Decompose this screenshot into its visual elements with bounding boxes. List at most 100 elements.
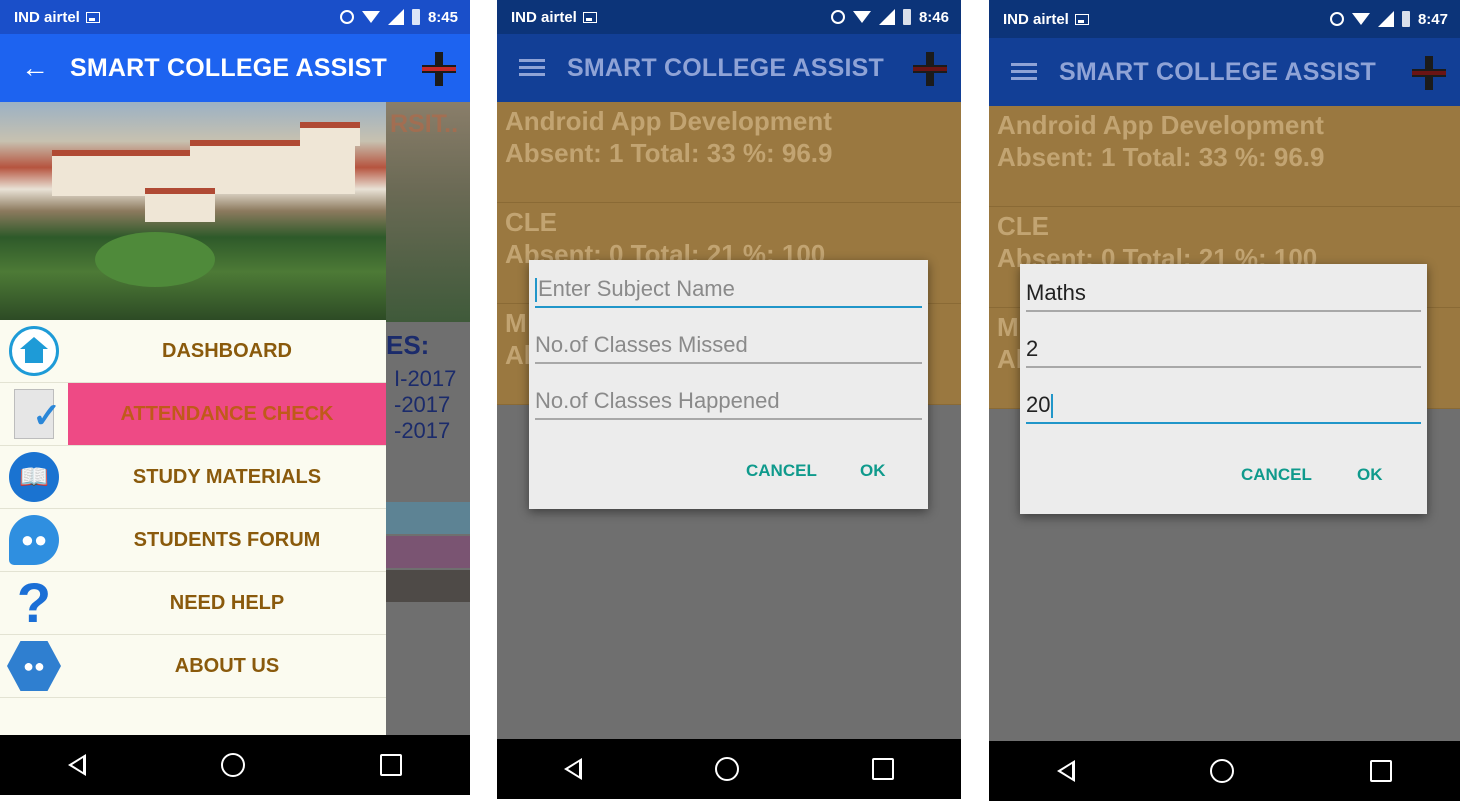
drawer-item-label: STUDENTS FORUM — [133, 528, 321, 551]
image-notification-icon — [582, 11, 597, 23]
drawer-item-label: DASHBOARD — [162, 339, 292, 362]
alarm-icon — [339, 10, 354, 24]
subject-name-field[interactable]: Enter Subject Name — [535, 270, 922, 308]
carrier-label: IND airtel — [1003, 10, 1069, 28]
carrier-label: IND airtel — [14, 8, 80, 26]
back-arrow-icon[interactable]: ← — [0, 52, 70, 84]
recents-nav-icon[interactable] — [380, 754, 403, 776]
menu-icon[interactable] — [989, 56, 1059, 88]
wifi-icon — [361, 11, 380, 23]
background-date: I-2017 — [394, 366, 457, 391]
subject-name: Android App Development — [505, 106, 832, 136]
alarm-icon — [830, 10, 845, 24]
classes-happened-field[interactable]: 20 — [1026, 386, 1421, 424]
drawer-item-label: ABOUT US — [174, 654, 280, 677]
navigation-drawer: DASHBOARD ✓ ATTENDANCE CHECK 📖 STUDY MAT… — [0, 102, 386, 735]
cancel-button[interactable]: CANCEL — [1241, 465, 1312, 485]
drawer-item-label: STUDY MATERIALS — [132, 465, 322, 488]
carrier-label: IND airtel — [511, 8, 577, 26]
subject-name: CLE — [997, 211, 1049, 241]
subject-stats: Absent: 1 Total: 33 %: 96.9 — [997, 142, 1325, 172]
background-strip — [386, 502, 470, 534]
background-strip — [386, 570, 470, 602]
subject-name: M — [997, 312, 1019, 342]
forum-icon: ●● — [6, 514, 62, 566]
add-icon[interactable] — [410, 34, 470, 102]
subject-name: M — [505, 308, 527, 338]
app-bar: ← SMART COLLEGE ASSIST — [0, 34, 470, 102]
background-heading: ES: — [386, 330, 430, 360]
app-bar: SMART COLLEGE ASSIST — [989, 38, 1460, 106]
background-date: -2017 — [394, 418, 451, 443]
college-campus-image — [0, 102, 386, 320]
drawer-item-students-forum[interactable]: ●● STUDENTS FORUM — [0, 509, 386, 572]
app-title: SMART COLLEGE ASSIST — [1059, 57, 1376, 86]
signal-icon — [878, 9, 895, 25]
wifi-icon — [1351, 13, 1370, 25]
system-navigation-bar — [989, 741, 1460, 801]
add-icon[interactable] — [1400, 38, 1460, 106]
back-nav-icon[interactable] — [1056, 760, 1075, 782]
status-bar: IND airtel 8:45 — [0, 0, 470, 34]
classes-missed-field[interactable]: 2 — [1026, 330, 1421, 368]
background-campus-image: RSIT.. — [386, 102, 470, 322]
status-time: 8:46 — [918, 8, 949, 26]
phone-screen-add-subject-filled: IND airtel 8:47 SMART COLLEGE ASSIST And… — [989, 0, 1460, 801]
alarm-icon — [1329, 12, 1344, 26]
app-bar: SMART COLLEGE ASSIST — [497, 34, 961, 102]
status-bar: IND airtel 8:46 — [497, 0, 961, 34]
background-dashboard: RSIT.. ES: I-2017 -2017 -2017 — [386, 102, 470, 735]
about-us-icon: ●● — [6, 640, 62, 692]
subject-card[interactable]: Android App Development Absent: 1 Total:… — [497, 102, 961, 203]
drawer-item-need-help[interactable]: ? NEED HELP — [0, 572, 386, 635]
drawer-item-label: ATTENDANCE CHECK — [68, 383, 386, 445]
home-nav-icon[interactable] — [220, 753, 245, 777]
ok-button[interactable]: OK — [860, 461, 886, 481]
subject-stats: Al — [505, 340, 531, 370]
back-nav-icon[interactable] — [67, 754, 86, 776]
home-nav-icon[interactable] — [714, 757, 739, 781]
add-subject-dialog: Enter Subject Name No.of Classes Missed … — [529, 260, 928, 509]
drawer-item-about-us[interactable]: ●● ABOUT US — [0, 635, 386, 698]
question-icon: ? — [16, 571, 52, 634]
battery-icon — [902, 9, 911, 25]
cancel-button[interactable]: CANCEL — [746, 461, 817, 481]
background-strip — [386, 536, 470, 568]
battery-icon — [411, 9, 420, 25]
home-icon — [6, 325, 62, 377]
system-navigation-bar — [0, 735, 470, 795]
subject-stats: Absent: 1 Total: 33 %: 96.9 — [505, 138, 833, 168]
ok-button[interactable]: OK — [1357, 465, 1383, 485]
signal-icon — [387, 9, 404, 25]
drawer-item-label: NEED HELP — [169, 591, 285, 614]
back-nav-icon[interactable] — [563, 758, 582, 780]
image-notification-icon — [1074, 13, 1089, 25]
phone-screen-navigation-drawer: IND airtel 8:45 ← SMART COLLEGE ASSIST R… — [0, 0, 470, 795]
app-title: SMART COLLEGE ASSIST — [70, 53, 387, 82]
classes-happened-field[interactable]: No.of Classes Happened — [535, 382, 922, 420]
drawer-item-study-materials[interactable]: 📖 STUDY MATERIALS — [0, 446, 386, 509]
drawer-item-dashboard[interactable]: DASHBOARD — [0, 320, 386, 383]
wifi-icon — [852, 11, 871, 23]
subject-card[interactable]: Android App Development Absent: 1 Total:… — [989, 106, 1460, 207]
image-notification-icon — [85, 11, 100, 23]
add-icon[interactable] — [901, 34, 961, 102]
recents-nav-icon[interactable] — [1370, 760, 1393, 782]
app-title: SMART COLLEGE ASSIST — [567, 53, 884, 82]
add-subject-dialog: Maths 2 20 CANCEL OK — [1020, 264, 1427, 514]
background-date: -2017 — [394, 392, 451, 417]
recents-nav-icon[interactable] — [872, 758, 895, 780]
classes-missed-field[interactable]: No.of Classes Missed — [535, 326, 922, 364]
status-bar: IND airtel 8:47 — [989, 0, 1460, 38]
signal-icon — [1377, 11, 1394, 27]
drawer-item-attendance-check[interactable]: ✓ ATTENDANCE CHECK — [0, 383, 386, 446]
system-navigation-bar — [497, 739, 961, 799]
home-nav-icon[interactable] — [1210, 759, 1235, 783]
subject-name: Android App Development — [997, 110, 1324, 140]
status-time: 8:45 — [427, 8, 458, 26]
book-icon: 📖 — [6, 451, 62, 503]
subject-name-field[interactable]: Maths — [1026, 274, 1421, 312]
background-photo-caption: RSIT.. — [390, 110, 459, 138]
checklist-icon: ✓ — [6, 388, 62, 440]
menu-icon[interactable] — [497, 52, 567, 84]
